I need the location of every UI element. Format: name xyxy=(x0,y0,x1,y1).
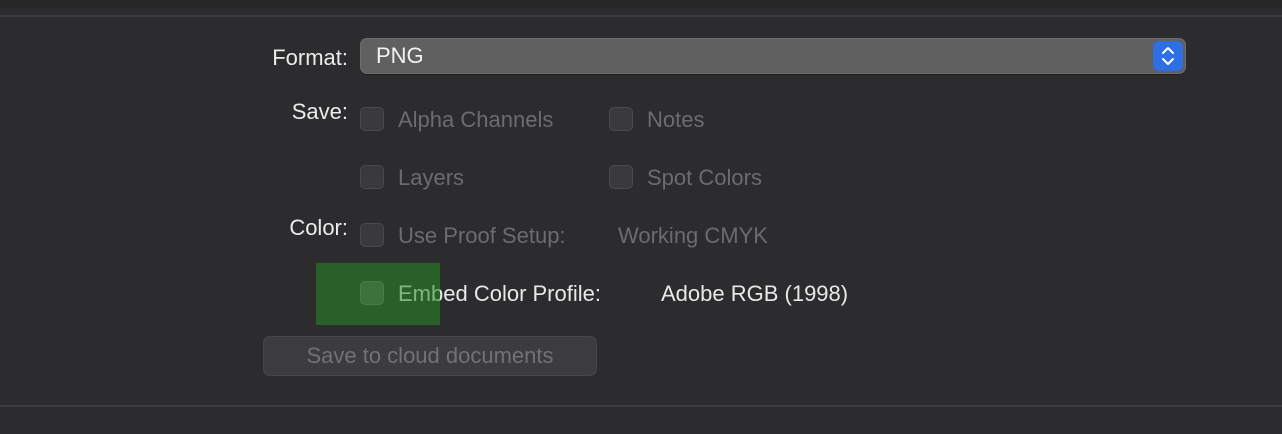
color-label: Color: xyxy=(289,215,348,240)
format-popup[interactable]: PNG xyxy=(360,38,1186,74)
alpha-channels-checkbox[interactable] xyxy=(360,107,384,131)
spot-colors-checkbox[interactable] xyxy=(609,165,633,189)
chevron-up-down-icon[interactable] xyxy=(1153,41,1183,71)
embed-color-profile-checkbox[interactable] xyxy=(360,281,384,305)
layers-label: Layers xyxy=(398,165,465,190)
use-proof-setup-label: Use Proof Setup: xyxy=(398,223,566,248)
use-proof-setup-checkbox[interactable] xyxy=(360,223,384,247)
save-label: Save: xyxy=(291,99,348,124)
bottom-divider xyxy=(0,405,1282,407)
notes-label: Notes xyxy=(647,107,705,132)
toolbar-strip xyxy=(0,0,1282,8)
proof-setup-value: Working CMYK xyxy=(618,223,768,248)
top-divider xyxy=(0,15,1282,17)
embed-color-profile-label: Embed Color Profile: xyxy=(398,281,601,306)
layers-checkbox[interactable] xyxy=(360,165,384,189)
format-popup-value: PNG xyxy=(376,43,424,68)
notes-checkbox[interactable] xyxy=(609,107,633,131)
format-label: Format: xyxy=(272,45,348,70)
save-to-cloud-button[interactable]: Save to cloud documents xyxy=(263,336,597,376)
alpha-channels-label: Alpha Channels xyxy=(398,107,554,132)
embed-color-profile-value: Adobe RGB (1998) xyxy=(661,281,849,306)
spot-colors-label: Spot Colors xyxy=(647,165,762,190)
